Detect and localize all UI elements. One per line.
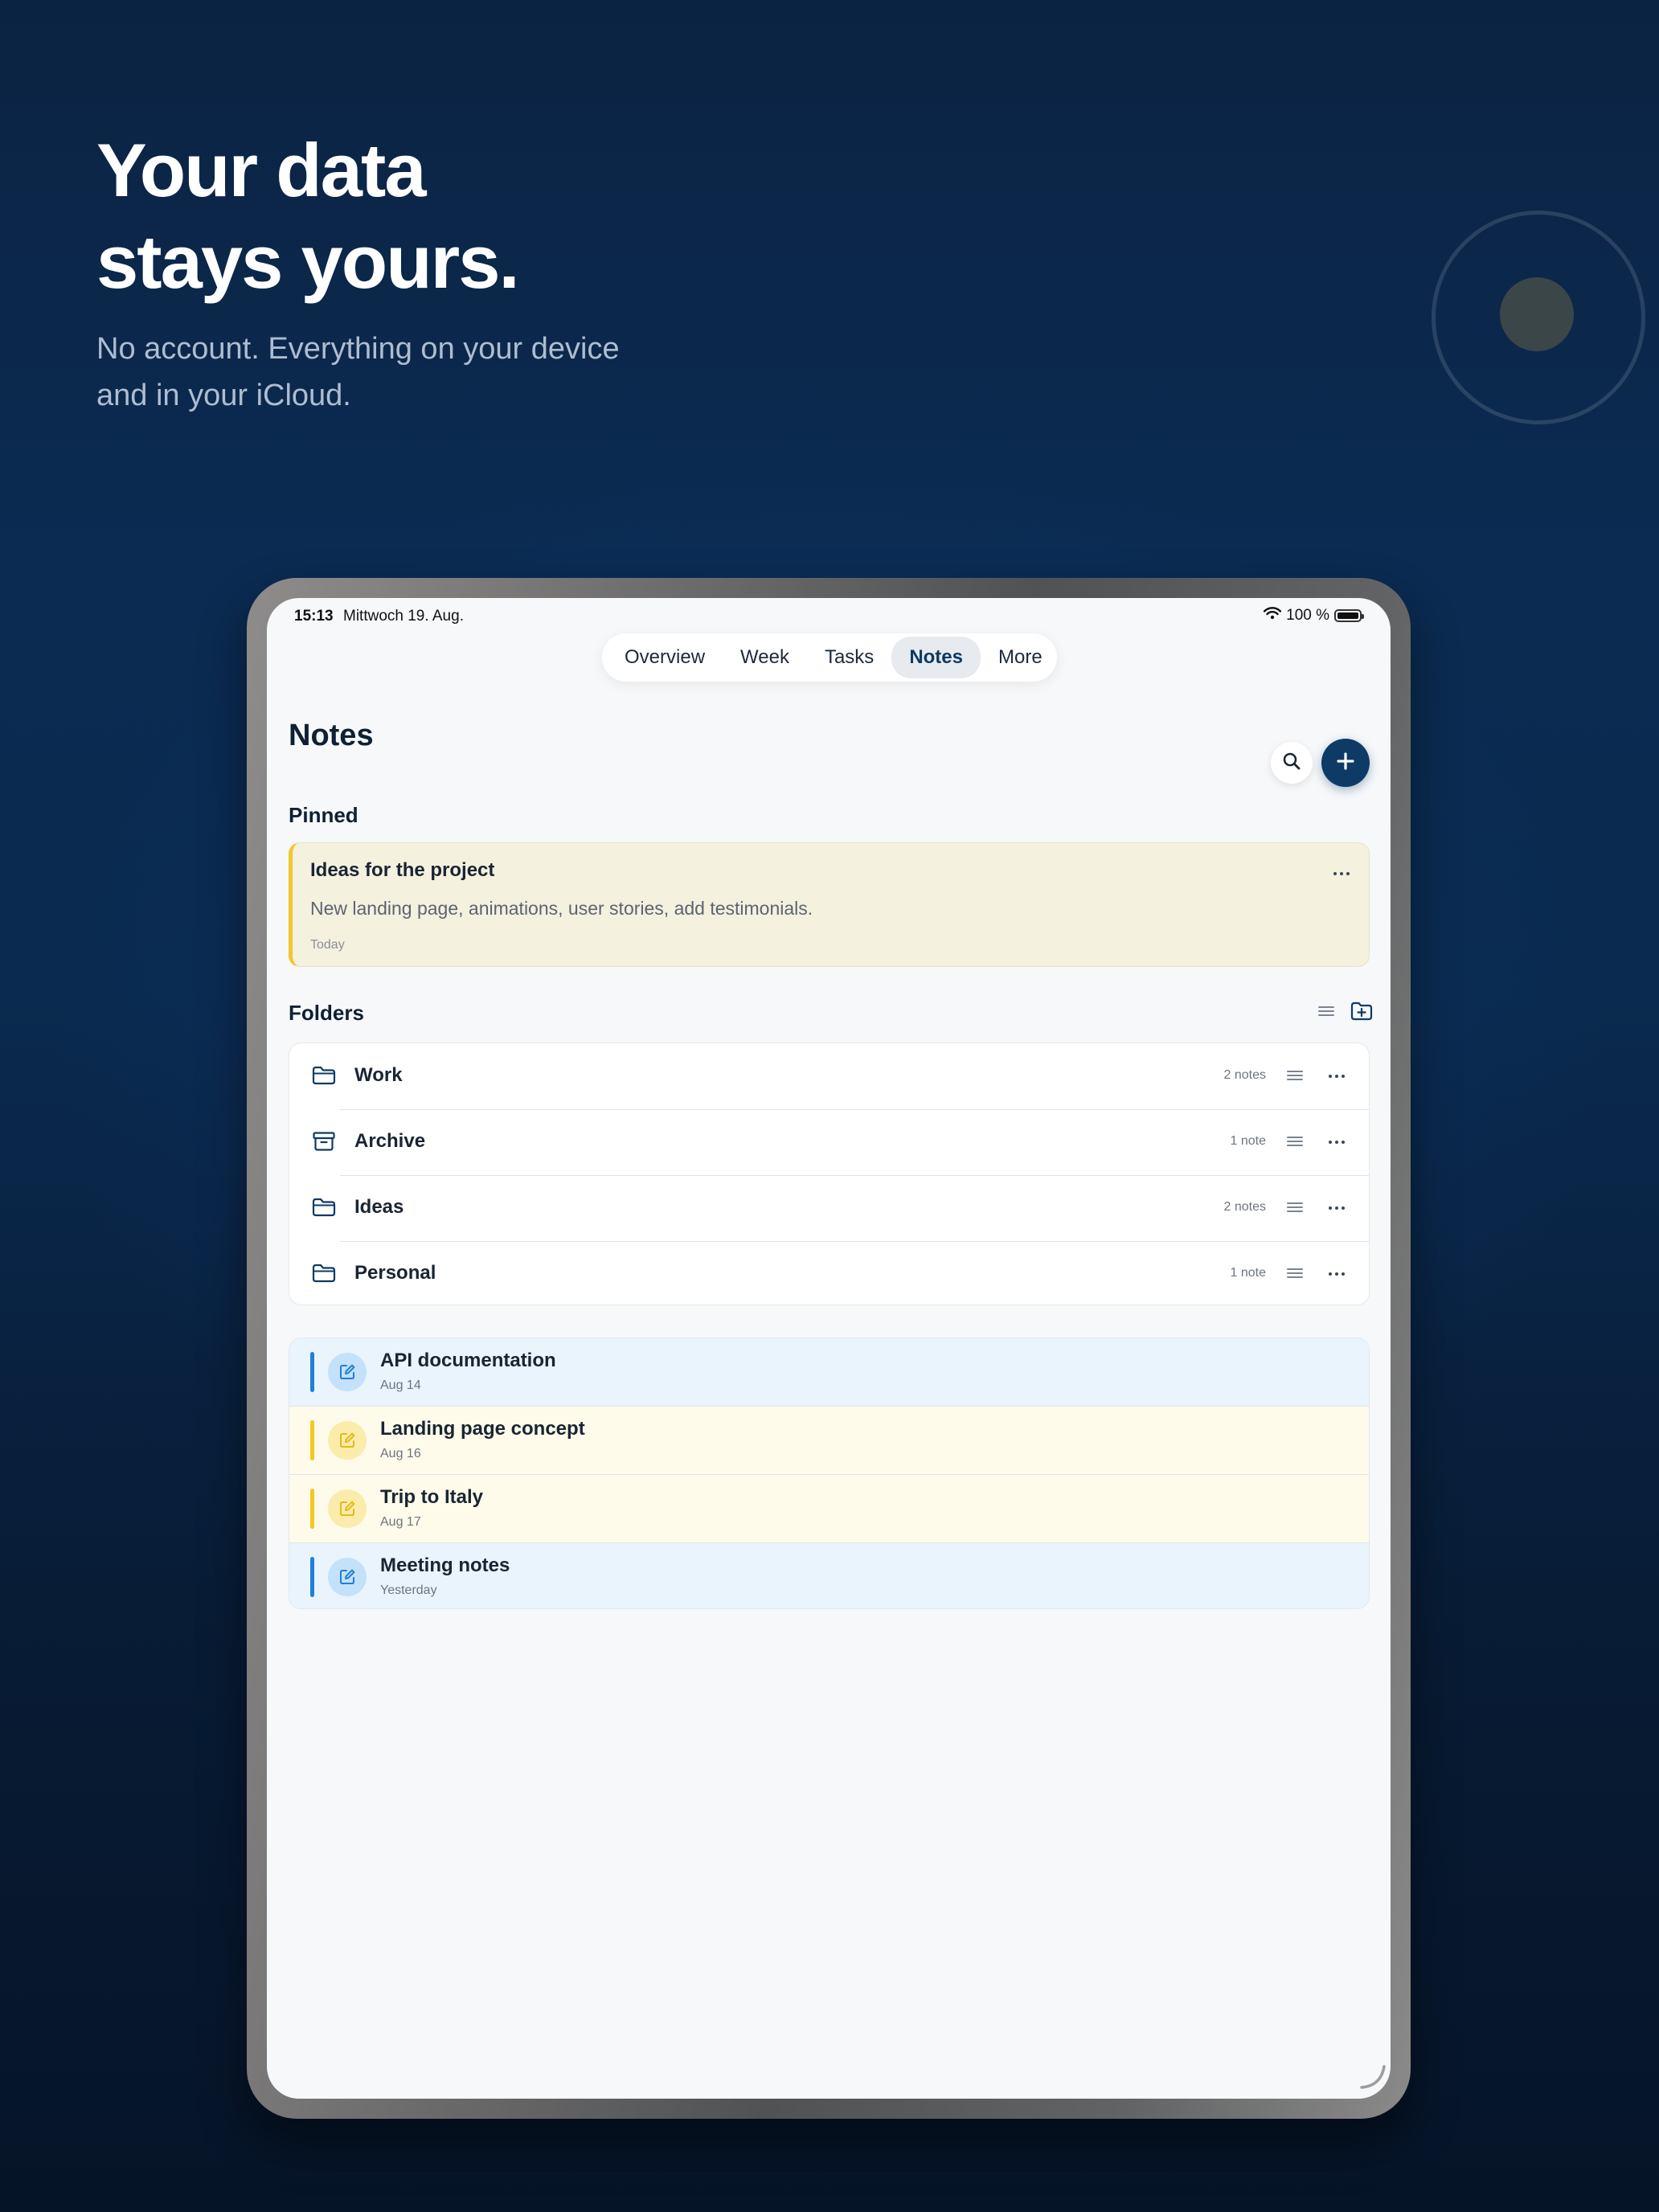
resize-handle-icon[interactable] [1357, 2060, 1389, 2092]
tab-tasks[interactable]: Tasks [807, 637, 891, 678]
folder-icon [312, 1263, 336, 1288]
new-folder-icon[interactable] [1350, 1002, 1373, 1025]
more-options-icon[interactable] [1329, 1272, 1345, 1276]
status-date: Mittwoch 19. Aug. [343, 608, 464, 625]
note-color-bar [310, 1420, 314, 1460]
folder-row-ideas[interactable]: Ideas 2 notes [289, 1175, 1369, 1241]
drag-handle-icon[interactable] [1287, 1202, 1303, 1217]
battery-icon [1334, 609, 1364, 622]
note-edit-icon [328, 1353, 367, 1391]
drag-handle-icon[interactable] [1287, 1136, 1303, 1151]
note-title: API documentation [380, 1350, 556, 1371]
note-edit-icon [328, 1489, 367, 1528]
drag-handle-icon[interactable] [1287, 1268, 1303, 1283]
folder-tools [1318, 1002, 1373, 1025]
search-icon [1282, 752, 1301, 775]
reorder-icon[interactable] [1318, 1006, 1334, 1021]
search-button[interactable] [1271, 742, 1313, 784]
battery-percentage: 100 % [1286, 607, 1329, 624]
note-title: Landing page concept [380, 1418, 585, 1440]
hero-subtitle-line-2: and in your iCloud. [96, 379, 351, 412]
plus-icon [1336, 752, 1355, 775]
more-options-icon[interactable] [1329, 1206, 1345, 1210]
note-title: Meeting notes [380, 1555, 510, 1576]
note-row-api-documentation[interactable]: API documentation Aug 14 [289, 1338, 1369, 1407]
note-color-bar [310, 1352, 314, 1392]
note-date: Aug 14 [380, 1378, 421, 1392]
status-bar: 15:13 Mittwoch 19. Aug. 100 % [267, 598, 1391, 633]
folder-icon [312, 1197, 336, 1222]
add-note-button[interactable] [1321, 739, 1370, 787]
note-date: Yesterday [380, 1583, 437, 1597]
note-title: Trip to Italy [380, 1486, 484, 1508]
folder-name: Work [354, 1064, 403, 1086]
folders-section-label: Folders [289, 1001, 364, 1025]
more-options-icon[interactable] [1329, 1141, 1345, 1144]
notes-list: API documentation Aug 14 Landing page co… [289, 1337, 1370, 1609]
more-options-icon[interactable] [1329, 1075, 1345, 1078]
hero-subtitle: No account. Everything on your device an… [96, 326, 620, 419]
drag-handle-icon[interactable] [1287, 1070, 1303, 1085]
tab-bar: Overview Week Tasks Notes More [602, 633, 1057, 682]
folder-note-count: 1 note [1230, 1134, 1266, 1148]
note-row-meeting-notes[interactable]: Meeting notes Yesterday [289, 1543, 1369, 1608]
note-date: Aug 16 [380, 1447, 421, 1460]
folder-note-count: 1 note [1230, 1266, 1266, 1280]
tablet-screen: 15:13 Mittwoch 19. Aug. 100 % Overview W… [267, 598, 1391, 2099]
archive-box-icon [312, 1131, 336, 1156]
folder-note-count: 2 notes [1223, 1068, 1266, 1082]
more-options-icon[interactable] [1333, 872, 1350, 875]
pinned-note-date: Today [310, 938, 345, 952]
note-row-trip-to-italy[interactable]: Trip to Italy Aug 17 [289, 1475, 1369, 1543]
tab-week[interactable]: Week [723, 637, 807, 678]
folder-row-personal[interactable]: Personal 1 note [289, 1241, 1369, 1305]
tab-overview[interactable]: Overview [607, 637, 723, 678]
folder-row-archive[interactable]: Archive 1 note [289, 1109, 1369, 1175]
note-edit-icon [328, 1421, 367, 1460]
tablet-frame: 15:13 Mittwoch 19. Aug. 100 % Overview W… [247, 578, 1411, 2119]
pinned-note-preview: New landing page, animations, user stori… [310, 898, 813, 919]
folder-note-count: 2 notes [1223, 1200, 1266, 1214]
page-title: Notes [289, 719, 374, 752]
tab-more[interactable]: More [981, 637, 1060, 678]
hero-title-line-2: stays yours. [96, 219, 520, 304]
pinned-section-label: Pinned [289, 803, 358, 827]
pinned-note-card[interactable]: Ideas for the project New landing page, … [289, 842, 1370, 967]
status-indicators: 100 % [1263, 607, 1364, 625]
folder-name: Personal [354, 1262, 436, 1284]
folder-name: Archive [354, 1130, 426, 1152]
status-time: 15:13 [294, 608, 334, 625]
folder-row-work[interactable]: Work 2 notes [289, 1043, 1369, 1109]
hero-subtitle-line-1: No account. Everything on your device [96, 332, 620, 366]
pinned-note-title: Ideas for the project [310, 859, 495, 881]
note-date: Aug 17 [380, 1515, 421, 1529]
folder-name: Ideas [354, 1196, 404, 1218]
wifi-icon [1263, 607, 1282, 625]
folder-icon [312, 1065, 336, 1090]
folders-list: Work 2 notes Archive 1 note Ideas 2 note… [289, 1043, 1370, 1305]
tab-notes[interactable]: Notes [891, 637, 981, 678]
note-color-bar [310, 1557, 314, 1597]
note-edit-icon [328, 1558, 367, 1596]
hero-title-line-1: Your data [96, 128, 427, 212]
note-row-landing-page-concept[interactable]: Landing page concept Aug 16 [289, 1407, 1369, 1475]
hero-title: Your data stays yours. [96, 125, 520, 308]
note-color-bar [310, 1489, 314, 1529]
decorative-dot [1500, 277, 1574, 351]
